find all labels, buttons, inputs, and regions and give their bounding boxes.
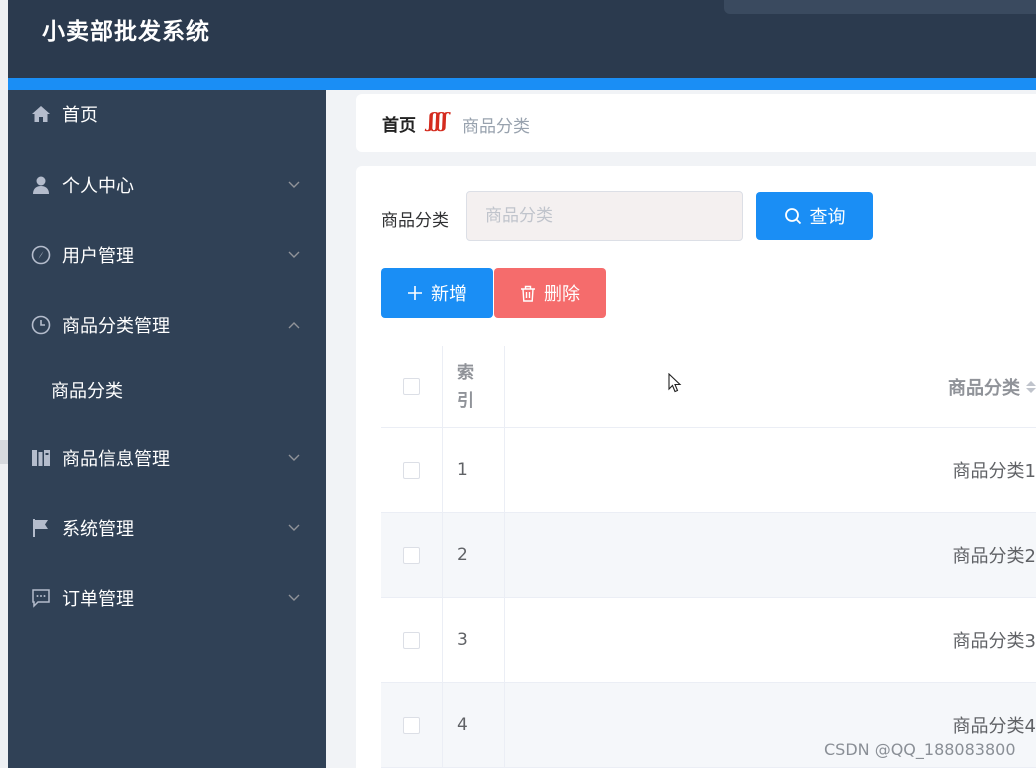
search-button-label: 查询 [809, 207, 846, 228]
table-row[interactable]: 3 商品分类3 [381, 598, 1036, 683]
row-select-cell [381, 428, 443, 512]
main-content: 商品分类 查询 新增 删除 索 引 商品分类 1 商品分类1 2 商品分类2 [356, 166, 1036, 768]
search-icon [784, 208, 801, 225]
category-search-input[interactable] [466, 191, 743, 241]
header-category-name[interactable]: 商品分类 [505, 346, 1036, 427]
row-category-name: 商品分类3 [952, 631, 1036, 652]
sidebar-item-label: 商品分类管理 [62, 316, 170, 337]
breadcrumb: 首页 ʃʃʃ 商品分类 [356, 94, 1036, 152]
watermark: CSDN @QQ_188083800 [824, 740, 1016, 759]
sidebar-item-label: 系统管理 [62, 519, 134, 540]
plus-icon [408, 286, 422, 300]
user-icon [30, 174, 52, 196]
breadcrumb-home[interactable]: 首页 [382, 111, 416, 136]
breadcrumb-current: 商品分类 [462, 117, 530, 137]
sidebar: 首页 个人中心 用户管理 商品分类管理 商品分类 商品信息管理 系统管理 订单管… [8, 90, 326, 768]
row-checkbox[interactable] [403, 461, 420, 479]
sidebar-item-home[interactable]: 首页 [8, 91, 326, 137]
row-index: 3 [443, 598, 505, 682]
header-category-label: 商品分类 [948, 377, 1020, 399]
sidebar-subitem-category[interactable]: 商品分类 [8, 367, 326, 413]
sidebar-subitem-label: 商品分类 [51, 381, 123, 402]
row-checkbox[interactable] [403, 546, 420, 564]
chat-icon [30, 587, 52, 609]
search-button[interactable]: 查询 [756, 192, 873, 240]
sidebar-item-label: 用户管理 [62, 246, 134, 267]
select-all-checkbox[interactable] [403, 378, 420, 395]
chevron-down-icon [286, 520, 302, 536]
sort-icon[interactable] [1026, 380, 1036, 393]
table-row[interactable]: 2 商品分类2 [381, 513, 1036, 598]
home-icon [30, 103, 52, 125]
row-category-name: 商品分类1 [952, 461, 1036, 482]
mouse-cursor-icon [668, 373, 682, 393]
sidebar-item-category-management[interactable]: 商品分类管理 [8, 302, 326, 348]
top-header: 小卖部批发系统 [8, 0, 1036, 78]
books-icon [30, 447, 52, 469]
row-index: 1 [443, 428, 505, 512]
category-table: 索 引 商品分类 1 商品分类1 2 商品分类2 3 商品分类3 4 商品分类4 [381, 346, 1036, 768]
row-index: 4 [443, 683, 505, 767]
sidebar-item-label: 首页 [62, 105, 98, 126]
breadcrumb-separator-icon: ʃʃʃ [428, 108, 448, 132]
sidebar-item-label: 个人中心 [62, 176, 134, 197]
flag-icon [30, 517, 52, 539]
sidebar-item-label: 商品信息管理 [62, 449, 170, 470]
sidebar-item-label: 订单管理 [62, 589, 134, 610]
add-button-label: 新增 [431, 284, 467, 305]
trash-icon [521, 285, 535, 302]
row-index: 2 [443, 513, 505, 597]
row-select-cell [381, 513, 443, 597]
chevron-down-icon [286, 247, 302, 263]
row-select-cell [381, 683, 443, 767]
left-edge-strip [0, 0, 8, 768]
add-button[interactable]: 新增 [381, 268, 493, 318]
header-accent-bar [8, 78, 1036, 90]
sidebar-item-user-management[interactable]: 用户管理 [8, 232, 326, 278]
table-row[interactable]: 1 商品分类1 [381, 428, 1036, 513]
edge-marker [0, 440, 8, 464]
compass-icon [30, 244, 52, 266]
sidebar-item-order-management[interactable]: 订单管理 [8, 575, 326, 621]
header-widget[interactable] [724, 0, 1036, 14]
chevron-down-icon [286, 590, 302, 606]
header-select-cell [381, 346, 443, 427]
app-title: 小卖部批发系统 [42, 19, 210, 45]
row-select-cell [381, 598, 443, 682]
chevron-down-icon [286, 450, 302, 466]
row-category-name: 商品分类2 [952, 546, 1036, 567]
row-checkbox[interactable] [403, 716, 420, 734]
delete-button-label: 删除 [544, 284, 580, 305]
clock-icon [30, 314, 52, 336]
row-checkbox[interactable] [403, 631, 420, 649]
chevron-up-icon [286, 317, 302, 333]
filter-label: 商品分类 [381, 211, 449, 231]
delete-button[interactable]: 删除 [494, 268, 606, 318]
header-index: 索 引 [443, 346, 505, 427]
sidebar-item-profile[interactable]: 个人中心 [8, 162, 326, 208]
table-header: 索 引 商品分类 [381, 346, 1036, 428]
chevron-down-icon [286, 177, 302, 193]
sidebar-item-system-management[interactable]: 系统管理 [8, 505, 326, 551]
sidebar-item-product-management[interactable]: 商品信息管理 [8, 435, 326, 481]
